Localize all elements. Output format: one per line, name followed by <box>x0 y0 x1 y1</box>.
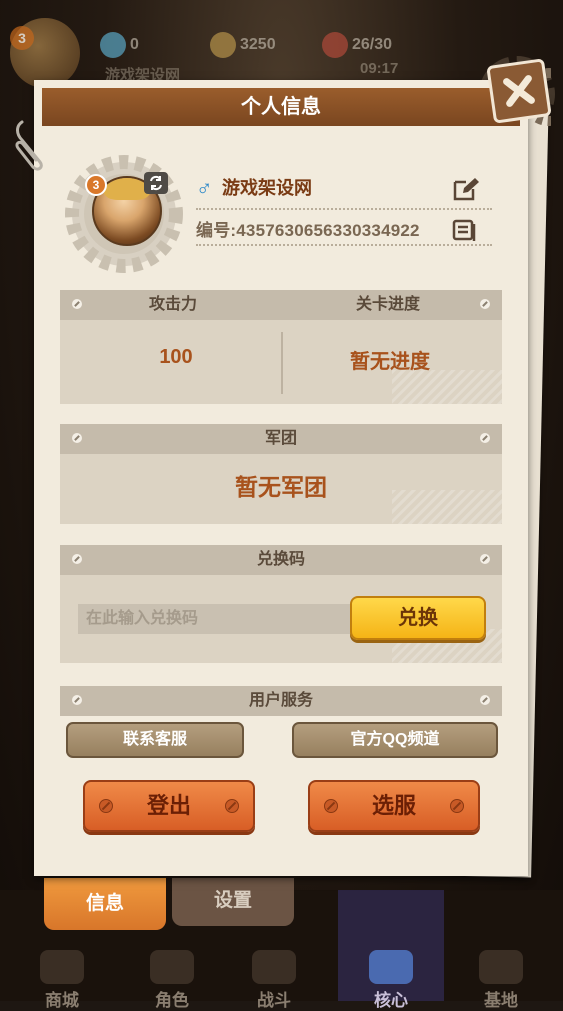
progress-label: 关卡进度 <box>355 296 420 313</box>
player-name: 游戏架设网 <box>222 178 312 198</box>
legion-label: 军团 <box>264 430 297 447</box>
nav-character[interactable]: 角色 <box>122 950 222 1011</box>
copy-id-icon[interactable] <box>452 218 478 242</box>
service-label: 用户服务 <box>248 692 313 709</box>
id-divider <box>196 244 492 246</box>
contact-support-button[interactable]: 联系客服 <box>66 722 244 758</box>
nav-base[interactable]: 基地 <box>451 950 551 1011</box>
paperclip-icon <box>15 120 43 171</box>
modal-title: 个人信息 <box>42 88 520 126</box>
nav-battle[interactable]: 战斗 <box>224 950 324 1011</box>
name-divider <box>196 208 492 210</box>
tab-info[interactable]: 信息 <box>44 878 166 930</box>
shop-icon <box>40 950 84 984</box>
legion-value: 暂无军团 <box>235 474 327 500</box>
select-server-button[interactable]: 选服 <box>308 780 480 832</box>
stats-header: 攻击力 关卡进度 <box>60 290 502 320</box>
attack-value: 100 <box>159 346 193 368</box>
redeem-label: 兑换码 <box>256 551 305 568</box>
gem-counter[interactable]: 0 <box>100 32 139 58</box>
close-button[interactable] <box>486 58 552 124</box>
close-icon <box>503 75 535 107</box>
stamina-counter[interactable]: 26/30 <box>322 32 393 58</box>
bolt-icon <box>480 299 490 309</box>
character-icon <box>150 950 194 984</box>
battle-icon <box>252 950 296 984</box>
stats-divider <box>281 332 283 394</box>
logout-label: 登出 <box>146 793 191 818</box>
bolt-icon <box>225 799 239 813</box>
base-icon <box>479 950 523 984</box>
player-level-badge: 3 <box>85 174 107 196</box>
tab-settings[interactable]: 设置 <box>172 878 294 926</box>
service-section: 用户服务 <box>60 686 502 716</box>
nav-shop[interactable]: 商城 <box>12 950 112 1011</box>
bolt-icon <box>99 799 113 813</box>
select-server-label: 选服 <box>371 793 416 818</box>
bolt-icon <box>450 799 464 813</box>
top-resource-bar: 3 0 3250 26/30 游戏架设网 09:17 <box>0 0 563 132</box>
progress-value: 暂无进度 <box>350 351 430 373</box>
gold-value: 3250 <box>240 36 276 54</box>
nav-core[interactable]: 核心 <box>341 950 441 1011</box>
gem-value: 0 <box>130 36 139 54</box>
qq-channel-button[interactable]: 官方QQ频道 <box>292 722 498 758</box>
top-level-badge: 3 <box>10 26 34 50</box>
bolt-icon <box>72 299 82 309</box>
attack-label: 攻击力 <box>148 296 197 313</box>
redeem-header: 兑换码 <box>60 545 502 575</box>
service-header: 用户服务 <box>60 686 502 716</box>
swap-icon <box>150 175 162 191</box>
stamina-icon <box>322 32 348 58</box>
bolt-icon <box>324 799 338 813</box>
redeem-button[interactable]: 兑换 <box>350 596 486 640</box>
bolt-icon <box>480 554 490 564</box>
male-gender-icon: ♂ <box>196 175 213 200</box>
edit-name-icon[interactable] <box>452 176 480 202</box>
gold-icon <box>210 32 236 58</box>
change-avatar-button[interactable] <box>144 172 168 194</box>
gem-icon <box>100 32 126 58</box>
redeem-code-input[interactable] <box>78 604 352 634</box>
logout-button[interactable]: 登出 <box>83 780 255 832</box>
gold-counter[interactable]: 3250 <box>210 32 276 58</box>
stamina-timer: 09:17 <box>360 60 399 77</box>
stamina-value: 26/30 <box>352 36 393 54</box>
legion-header: 军团 <box>60 424 502 454</box>
bolt-icon <box>480 695 490 705</box>
core-icon <box>369 950 413 984</box>
hatch-decoration <box>392 370 502 404</box>
player-id: 编号:4357630656330334922 <box>196 221 420 240</box>
bolt-icon <box>480 433 490 443</box>
